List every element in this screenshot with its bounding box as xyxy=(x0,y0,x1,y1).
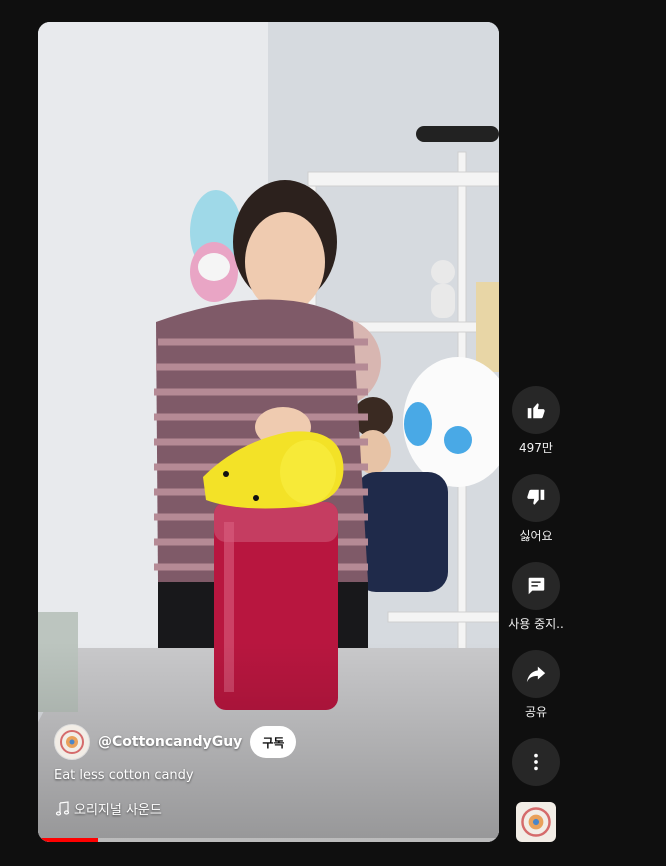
dislike-button[interactable] xyxy=(512,474,560,522)
more-options-button[interactable] xyxy=(512,738,560,786)
like-action: 497만 xyxy=(512,386,560,456)
dislike-label: 싫어요 xyxy=(519,529,553,543)
like-count: 497만 xyxy=(519,441,553,455)
avatar-logo-icon xyxy=(60,730,84,754)
action-rail: 497만 싫어요 사용 중지.. 공유 xyxy=(508,386,564,786)
channel-avatar[interactable] xyxy=(54,724,90,760)
dislike-action: 싫어요 xyxy=(512,474,560,544)
shorts-video-player[interactable]: @CottoncandyGuy 구독 Eat less cotton candy… xyxy=(38,22,499,842)
channel-logo-icon xyxy=(521,807,551,837)
channel-handle[interactable]: @CottoncandyGuy xyxy=(98,734,242,750)
share-action: 공유 xyxy=(512,650,560,720)
sound-link[interactable]: 오리지널 사운드 xyxy=(54,799,162,818)
more-vert-icon xyxy=(534,753,538,771)
sound-label: 오리지널 사운드 xyxy=(74,803,162,818)
share-button[interactable] xyxy=(512,650,560,698)
more-action xyxy=(512,738,560,786)
music-note-icon xyxy=(55,800,70,816)
thumb-down-icon xyxy=(527,489,545,505)
channel-row: @CottoncandyGuy 구독 xyxy=(54,724,297,760)
comments-action: 사용 중지.. xyxy=(508,562,564,632)
comment-icon xyxy=(528,577,545,595)
video-title[interactable]: Eat less cotton candy xyxy=(54,768,194,783)
like-button[interactable] xyxy=(512,386,560,434)
progress-fill xyxy=(38,838,98,842)
share-icon xyxy=(526,666,546,683)
comments-label: 사용 중지.. xyxy=(508,617,564,631)
share-label: 공유 xyxy=(524,705,548,719)
comments-button[interactable] xyxy=(512,562,560,610)
progress-bar[interactable] xyxy=(38,838,499,842)
thumb-up-icon xyxy=(527,403,545,419)
channel-thumbnail[interactable] xyxy=(516,802,556,842)
subscribe-button[interactable]: 구독 xyxy=(250,726,297,758)
